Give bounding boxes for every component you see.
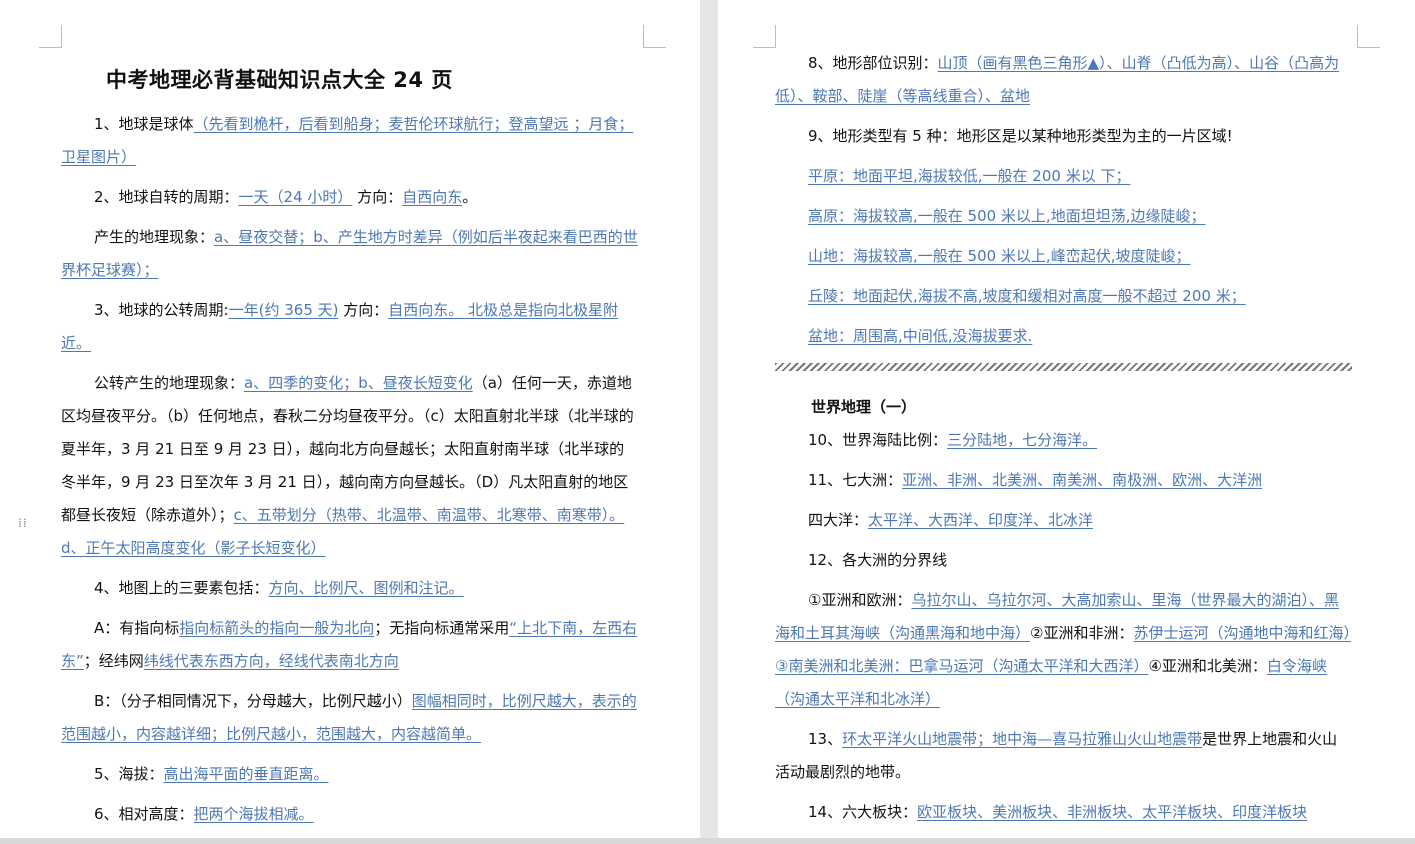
paragraph-continents[interactable]: 11、七大洲：亚洲、非洲、北美洲、南美洲、南极洲、欧洲、大洋洲 (775, 464, 1352, 497)
paragraph-rotation-period[interactable]: 2、地球自转的周期：一天（24 小时） 方向：自西向东。 (61, 181, 638, 214)
paragraph-map-elements[interactable]: 4、地图上的三要素包括：方向、比例尺、图例和注记。 (61, 572, 638, 605)
paragraph-terrain-types[interactable]: 9、地形类型有 5 种：地形区是以某种地形类型为主的一片区域! (775, 120, 1352, 153)
paragraph-hill[interactable]: 丘陵：地面起伏,海拔不高,坡度和缓相对高度一般不超过 200 米； (775, 280, 1352, 313)
margin-corner-top-left (753, 25, 776, 48)
paragraph-plain[interactable]: 平原：地面平坦,海拔较低,一般在 200 米以 下； (775, 160, 1352, 193)
drag-handle-icon[interactable]: ⁞⁞ (18, 517, 30, 538)
paragraph-rotation-effects[interactable]: 产生的地理现象：a、昼夜交替；b、产生地方时差异（例如后半夜起来看巴西的世界杯足… (61, 221, 638, 287)
paragraph-relative-height[interactable]: 6、相对高度：把两个海拔相减。 (61, 798, 638, 831)
page-right-body[interactable]: 8、地形部位识别：山顶（画有黑色三角形▲）、山脊（凸低为高）、山谷（凸高为低）、… (775, 47, 1352, 829)
margin-corner-top-left (39, 25, 62, 48)
paragraph-basin[interactable]: 盆地：周围高,中间低,没海拔要求. (775, 320, 1352, 353)
paragraph-mountain[interactable]: 山地：海拔较高,一般在 500 米以上,峰峦起伏,坡度陡峻； (775, 240, 1352, 273)
page-left-body[interactable]: 中考地理必背基础知识点大全 24 页 1、地球是球体（先看到桅杆，后看到船身；麦… (61, 64, 638, 831)
paragraph-plateau[interactable]: 高原：海拔较高,一般在 500 米以上,地面坦坦荡,边缘陡峻； (775, 200, 1352, 233)
margin-corner-top-right (643, 25, 666, 48)
paragraph-revolution-period[interactable]: 3、地球的公转周期:一年(约 365 天) 方向：自西向东。 北极总是指向北极星… (61, 294, 638, 360)
paragraph-altitude[interactable]: 5、海拔：高出海平面的垂直距离。 (61, 758, 638, 791)
paragraph-land-sea-ratio[interactable]: 10、世界海陆比例：三分陆地，七分海洋。 (775, 424, 1352, 457)
paragraph-map-scale[interactable]: B：（分子相同情况下，分母越大，比例尺越小）图幅相同时，比例尺越大，表示的范围越… (61, 685, 638, 751)
document-title: 中考地理必背基础知识点大全 24 页 (106, 68, 453, 92)
paragraph-oceans[interactable]: 四大洋：太平洋、大西洋、印度洋、北冰洋 (775, 504, 1352, 537)
section-heading-world-geography: 世界地理（一） (811, 398, 917, 416)
paragraph-boundaries-heading: 12、各大洲的分界线 (808, 551, 948, 569)
document-page-left: 中考地理必背基础知识点大全 24 页 1、地球是球体（先看到桅杆，后看到船身；麦… (0, 0, 700, 844)
paragraph-map-direction[interactable]: A：有指向标指向标箭头的指向一般为北向；无指向标通常采用“上北下南，左西右东”；… (61, 612, 638, 678)
paragraph-boundaries[interactable]: ①亚洲和欧洲：乌拉尔山、乌拉尔河、大高加索山、里海（世界最大的湖泊）、黑海和土耳… (775, 584, 1352, 716)
paragraph-volcano-belts[interactable]: 13、环太平洋火山地震带；地中海—喜马拉雅山火山地震带是世界上地震和火山活动最剧… (775, 723, 1352, 789)
paragraph-revolution-effects[interactable]: 公转产生的地理现象：a、四季的变化；b、昼夜长短变化（a）任何一天，赤道地区均昼… (61, 367, 638, 565)
paragraph-plates[interactable]: 14、六大板块：欧亚板块、美洲板块、非洲板块、太平洋板块、印度洋板块 (775, 796, 1352, 829)
paragraph-earth-shape[interactable]: 1、地球是球体（先看到桅杆，后看到船身；麦哲伦环球航行；登高望远 ；月食；卫星图… (61, 108, 638, 174)
document-page-right: 8、地形部位识别：山顶（画有黑色三角形▲）、山脊（凸低为高）、山谷（凸高为低）、… (718, 0, 1415, 844)
paragraph-terrain-parts[interactable]: 8、地形部位识别：山顶（画有黑色三角形▲）、山脊（凸低为高）、山谷（凸高为低）、… (775, 47, 1352, 113)
margin-corner-top-right (1357, 25, 1380, 48)
section-divider (775, 363, 1352, 371)
status-bar (0, 838, 1415, 844)
